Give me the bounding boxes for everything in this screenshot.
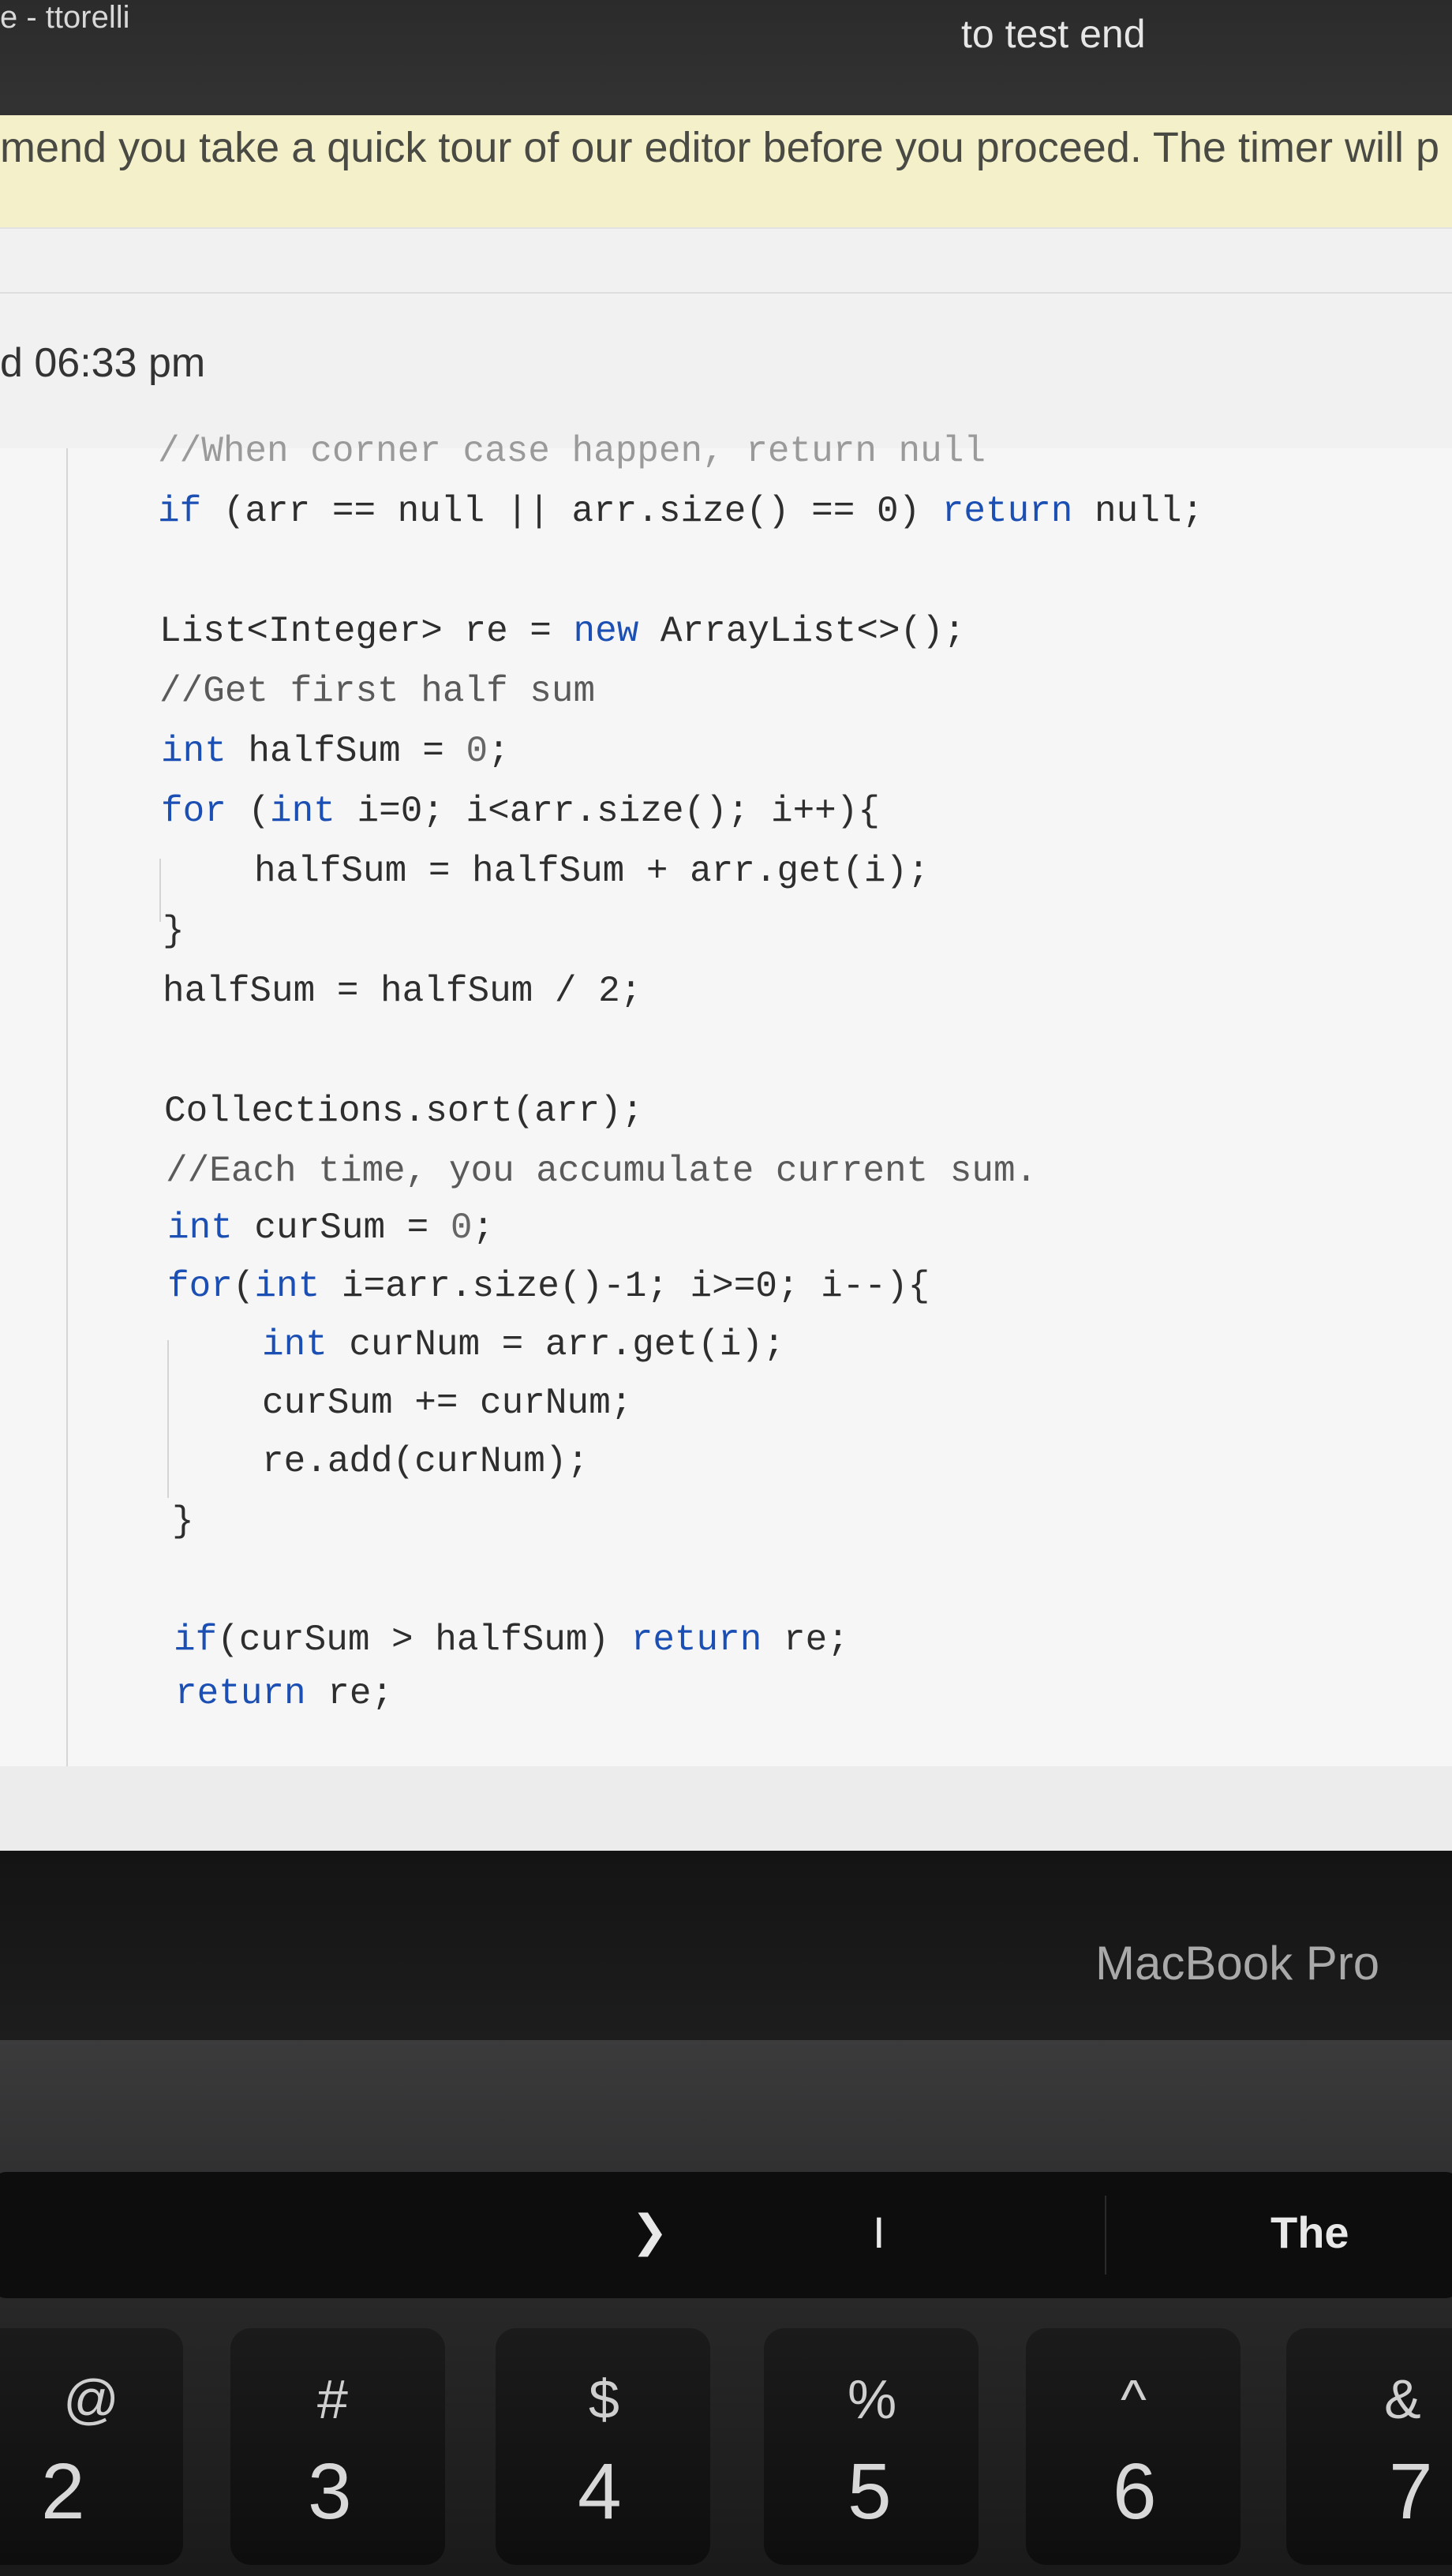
code-line: if(curSum > halfSum) return re; [174,1619,849,1661]
time-label: d 06:33 pm [0,340,206,386]
panel-divider [0,292,1452,294]
code-comment: //Each time, you accumulate current sum. [166,1151,1038,1192]
screen-bottom-area [0,1766,1452,1853]
touch-bar[interactable]: ❯ I The [0,2172,1452,2298]
window-title: e - ttorelli [0,0,130,35]
code-editor[interactable]: //When corner case happen, return null i… [0,431,1452,1766]
key-2[interactable]: @ 2 [0,2328,183,2565]
code-line: } [172,1501,194,1542]
code-line: halfSum = halfSum / 2; [163,971,642,1012]
for-block-guide [167,1340,169,1498]
info-banner: mend you take a quick tour of our editor… [0,115,1452,227]
key-6[interactable]: ^ 6 [1026,2328,1241,2565]
touchbar-divider [1105,2196,1106,2275]
banner-message: mend you take a quick tour of our editor… [0,124,1439,171]
code-line: } [163,911,185,952]
editor-gutter [66,448,68,1766]
code-line: curSum += curNum; [262,1383,633,1424]
code-line: int halfSum = 0; [161,731,510,772]
code-line: return re; [175,1673,394,1714]
code-line: re.add(curNum); [262,1441,589,1482]
code-line: halfSum = halfSum + arr.get(i); [254,851,930,892]
browser-top-bar: e - ttorelli to test end [0,0,1452,120]
key-5[interactable]: % 5 [764,2328,979,2565]
key-4[interactable]: $ 4 [496,2328,710,2565]
code-line: for (int i=0; i<arr.size(); i++){ [161,791,880,832]
for-block-guide [159,859,161,922]
code-line: Collections.sort(arr); [164,1091,644,1132]
key-3[interactable]: # 3 [230,2328,445,2565]
code-line: for(int i=arr.size()-1; i>=0; i--){ [167,1266,930,1307]
test-info-panel: d 06:33 pm [0,227,1452,450]
laptop-bezel: MacBook Pro [0,1851,1452,2040]
code-comment: //Get first half sum [159,671,596,712]
brand-label: MacBook Pro [1095,1937,1380,1990]
code-line: int curSum = 0; [167,1208,495,1249]
code-line: int curNum = arr.get(i); [262,1324,785,1365]
chevron-right-icon[interactable]: ❯ [631,2205,668,2257]
code-line: //When corner case happen, return null [158,431,986,472]
suggestion-item[interactable]: The [1270,2207,1349,2258]
suggestion-item[interactable]: I [873,2207,885,2258]
code-line: List<Integer> re = new ArrayList<>(); [159,611,966,652]
key-7[interactable]: & 7 [1286,2328,1452,2565]
test-end-button[interactable]: to test end [961,11,1146,57]
code-line: if (arr == null || arr.size() == 0) retu… [158,491,1204,532]
